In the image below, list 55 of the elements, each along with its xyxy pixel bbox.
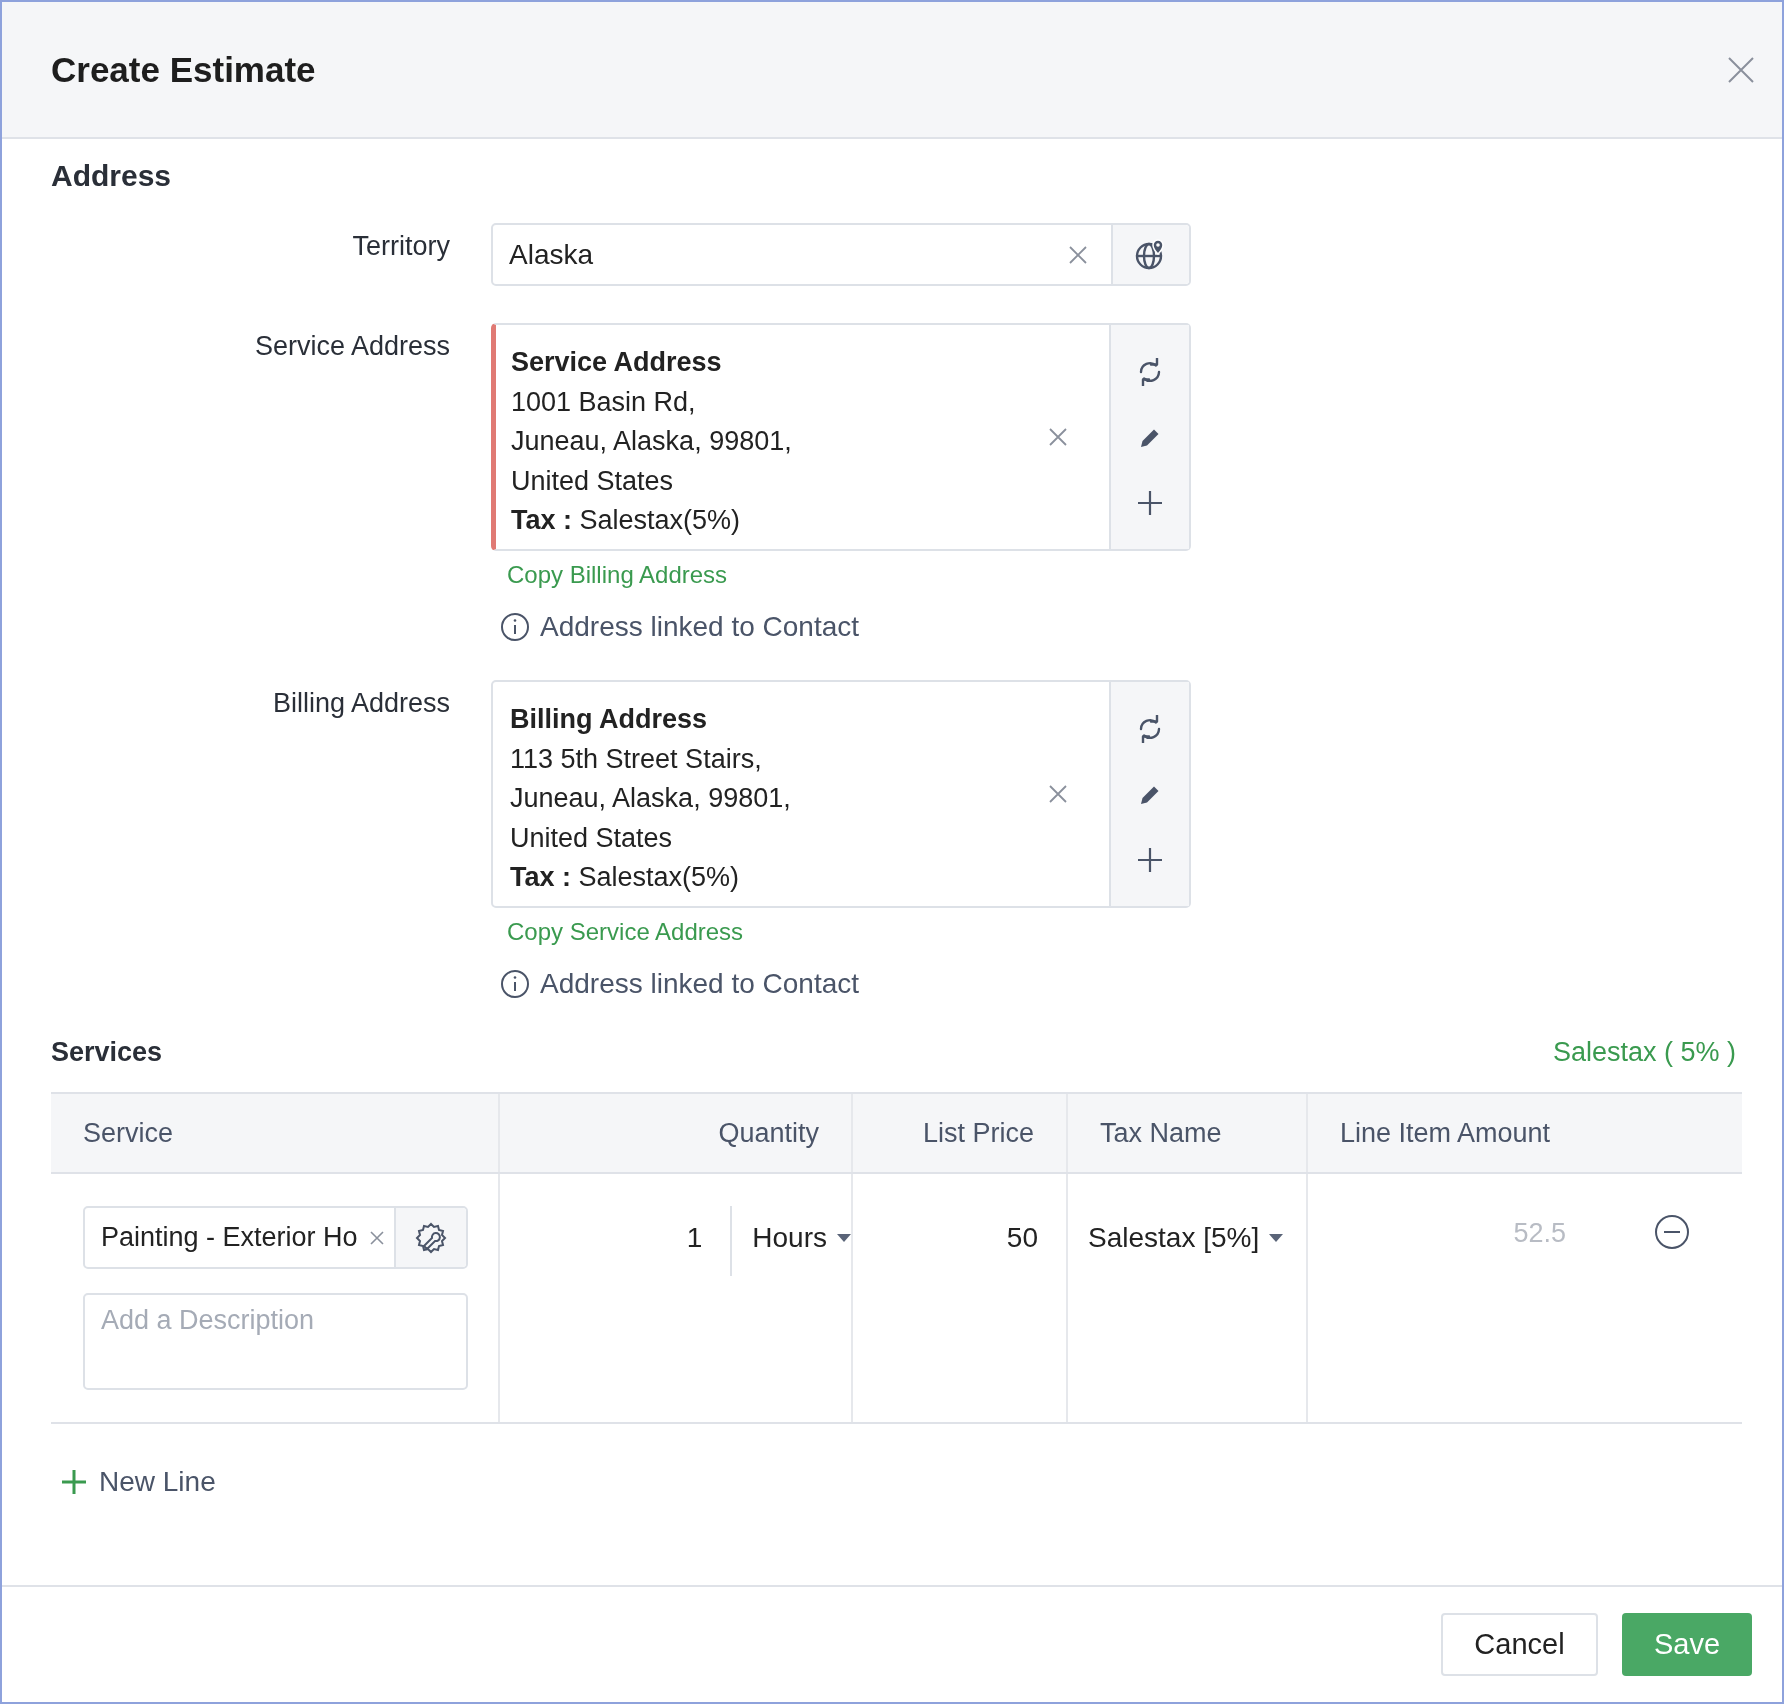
service-field[interactable]: Painting - Exterior Ho bbox=[83, 1206, 468, 1269]
info-note: Address linked to Contact bbox=[540, 968, 860, 1000]
clear-icon[interactable] bbox=[1049, 428, 1067, 446]
tax-summary-link[interactable]: Salestax ( 5% ) bbox=[1552, 1037, 1736, 1068]
remove-icon[interactable] bbox=[1654, 1214, 1690, 1250]
address-title: Service Address bbox=[511, 346, 723, 379]
clear-icon[interactable] bbox=[1069, 245, 1087, 264]
plus-icon[interactable] bbox=[1137, 490, 1163, 517]
clear-icon[interactable] bbox=[370, 1230, 384, 1245]
dialog-title: Create Estimate bbox=[51, 49, 316, 90]
wrench-gear-icon bbox=[414, 1220, 448, 1255]
column-header: Tax Name bbox=[1066, 1094, 1306, 1172]
description-field[interactable]: Add a Description bbox=[83, 1293, 468, 1390]
section-heading: Services bbox=[51, 1037, 163, 1068]
copy-address-link[interactable]: Copy Billing Address bbox=[507, 561, 1191, 589]
column-header: List Price bbox=[851, 1094, 1066, 1172]
info-icon bbox=[500, 969, 530, 999]
column-header: Quantity bbox=[498, 1094, 851, 1172]
copy-address-link[interactable]: Copy Service Address bbox=[507, 918, 1191, 946]
service-settings-button[interactable] bbox=[394, 1208, 466, 1267]
plus-icon bbox=[61, 1469, 87, 1495]
unit-dropdown[interactable]: Hours bbox=[732, 1206, 851, 1254]
address-tax: Tax : Salestax(5%) bbox=[510, 861, 741, 894]
plus-icon[interactable] bbox=[1137, 847, 1163, 874]
line-amount: 52.5 bbox=[1512, 1218, 1566, 1249]
address-tax: Tax : Salestax(5%) bbox=[511, 504, 742, 537]
info-note: Address linked to Contact bbox=[540, 611, 860, 643]
address-line: Juneau, Alaska, 99801, bbox=[510, 782, 792, 815]
field-label: Service Address bbox=[253, 330, 450, 363]
address-line: 113 5th Street Stairs, bbox=[510, 742, 763, 776]
territory-field[interactable]: Alaska bbox=[491, 223, 1191, 286]
address-line: United States bbox=[511, 464, 675, 498]
field-label: Territory bbox=[351, 230, 450, 263]
new-line-button[interactable]: New Line bbox=[61, 1466, 216, 1498]
tax-dropdown[interactable]: Salestax [5%] bbox=[1068, 1206, 1284, 1254]
caret-icon bbox=[1269, 1234, 1284, 1242]
field-label: Billing Address bbox=[271, 687, 450, 720]
refresh-icon[interactable] bbox=[1137, 357, 1163, 386]
clear-icon[interactable] bbox=[1049, 785, 1067, 803]
quantity-value[interactable]: 1 bbox=[500, 1206, 731, 1254]
cancel-button[interactable]: Cancel bbox=[1441, 1613, 1598, 1676]
info-icon bbox=[500, 612, 530, 642]
address-line: 1001 Basin Rd, bbox=[511, 385, 697, 419]
caret-icon bbox=[837, 1234, 851, 1242]
address-line: Juneau, Alaska, 99801, bbox=[511, 425, 793, 458]
column-header: Line Item Amount bbox=[1306, 1094, 1742, 1172]
pencil-icon[interactable] bbox=[1139, 784, 1161, 806]
column-header: Service bbox=[82, 1116, 175, 1150]
refresh-icon[interactable] bbox=[1137, 714, 1163, 743]
location-button[interactable] bbox=[1111, 225, 1189, 284]
pencil-icon[interactable] bbox=[1139, 427, 1161, 449]
section-heading: Address bbox=[51, 159, 173, 193]
address-line: United States bbox=[510, 821, 674, 855]
address-title: Billing Address bbox=[510, 703, 709, 736]
list-price-value[interactable]: 50 bbox=[1006, 1206, 1038, 1254]
